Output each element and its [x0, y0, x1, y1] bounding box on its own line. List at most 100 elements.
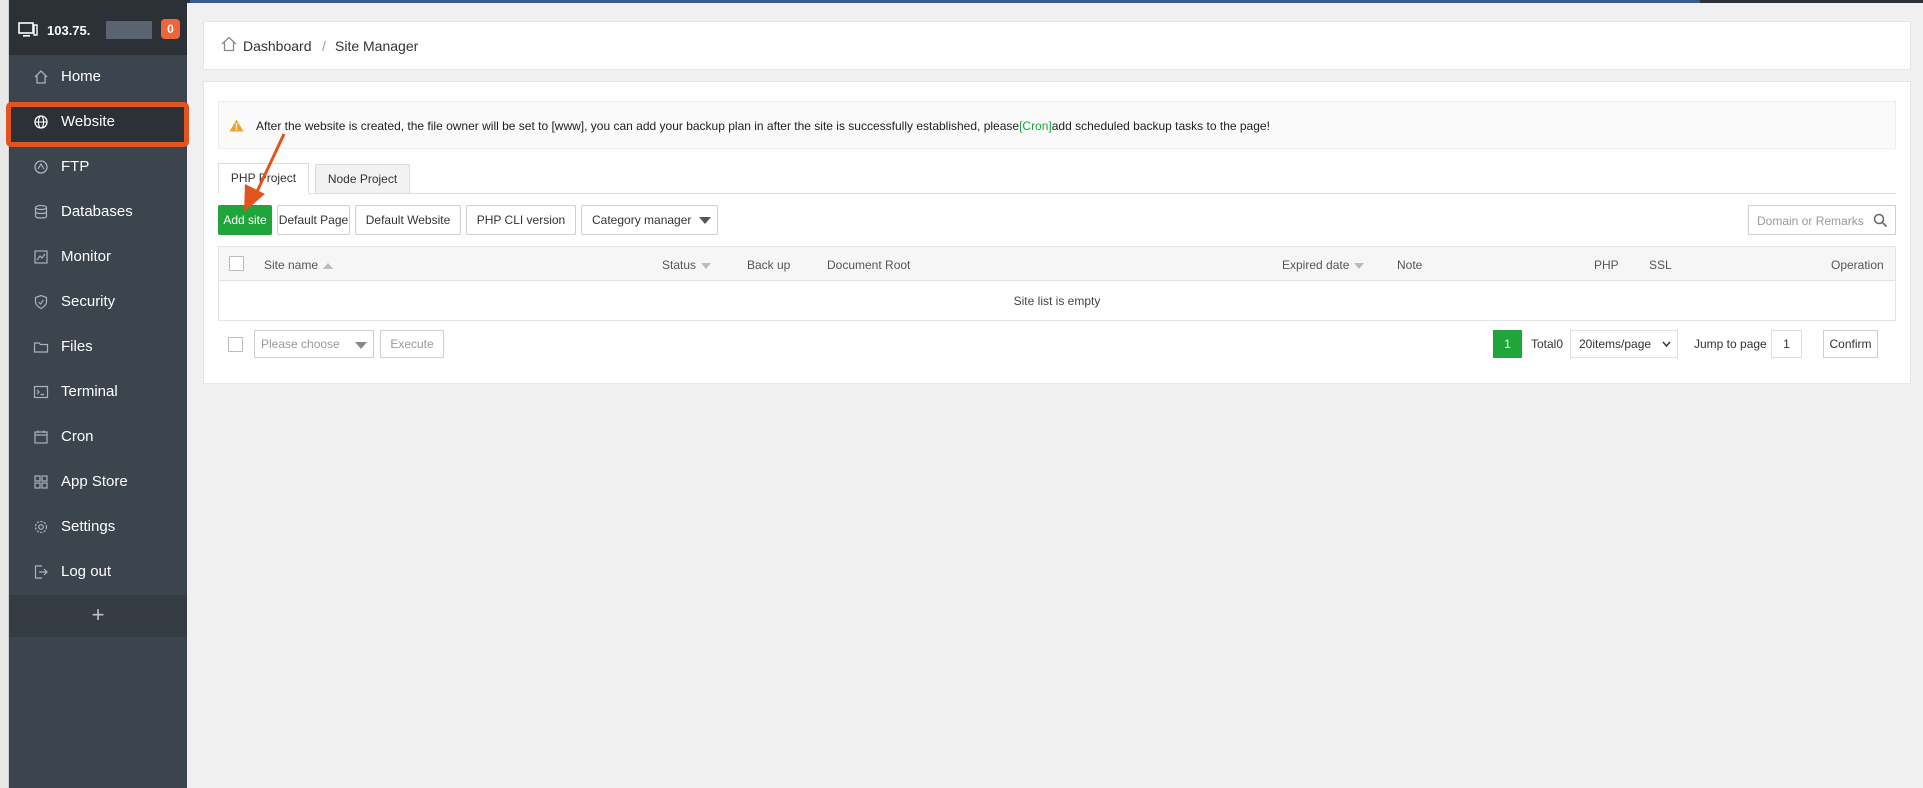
- table-header: Site name Status Back up Document Root E…: [219, 247, 1895, 281]
- notice-prefix: After the website is created, the file o…: [256, 119, 1020, 133]
- page-1-button[interactable]: 1: [1493, 330, 1522, 358]
- sidebar-item-logout[interactable]: Log out: [9, 550, 187, 595]
- sidebar-item-security[interactable]: Security: [9, 280, 187, 325]
- batch-action-placeholder: Please choose: [261, 337, 340, 351]
- php-cli-version-button[interactable]: PHP CLI version: [466, 205, 576, 235]
- jump-to-page-label: Jump to page: [1694, 337, 1767, 351]
- col-site-name[interactable]: Site name: [264, 258, 334, 272]
- top-bar-accent: [190, 0, 1700, 3]
- search-icon[interactable]: [1873, 213, 1888, 228]
- per-page-label: 20items/page: [1579, 337, 1652, 351]
- calendar-icon: [34, 430, 48, 444]
- chevron-down-icon: [699, 217, 711, 224]
- total-count: Total0: [1531, 337, 1564, 351]
- monitor-icon: [18, 22, 38, 37]
- sidebar-item-label: Files: [61, 338, 93, 355]
- add-menu-button[interactable]: +: [9, 595, 187, 637]
- col-document-root: Document Root: [827, 258, 911, 272]
- search-placeholder: Domain or Remarks: [1757, 214, 1864, 228]
- server-header[interactable]: 103.75. 0: [9, 3, 187, 55]
- category-manager-select[interactable]: Category manager: [581, 205, 718, 235]
- ip-redaction: [106, 21, 152, 39]
- breadcrumb-current: Site Manager: [335, 38, 419, 54]
- sidebar-item-label: Log out: [61, 563, 112, 580]
- sidebar-item-monitor[interactable]: Monitor: [9, 235, 187, 280]
- col-php: PHP: [1594, 258, 1619, 272]
- breadcrumb-separator: /: [322, 38, 326, 54]
- col-operation: Operation: [1831, 258, 1884, 272]
- chevron-down-icon: [1662, 341, 1671, 348]
- toolbar: Add site Default Page Default Website PH…: [218, 205, 1896, 235]
- terminal-icon: [33, 385, 49, 399]
- globe-icon: [34, 115, 48, 129]
- sidebar-item-databases[interactable]: Databases: [9, 190, 187, 235]
- notification-badge[interactable]: 0: [161, 19, 180, 39]
- home-icon: [221, 36, 237, 52]
- col-backup: Back up: [747, 258, 791, 272]
- sidebar-item-label: Terminal: [61, 383, 118, 400]
- sort-down-icon: [701, 262, 712, 269]
- select-all-checkbox[interactable]: [229, 256, 244, 271]
- sidebar-item-label: Home: [61, 68, 102, 85]
- col-status-label: Status: [662, 258, 697, 272]
- sidebar: 103.75. 0 Home Website FTP Databases Mon…: [6, 3, 189, 788]
- sidebar-item-label: Settings: [61, 518, 116, 535]
- notice-suffix: add scheduled backup tasks to the page!: [1051, 119, 1270, 133]
- sidebar-item-cron[interactable]: Cron: [9, 415, 187, 460]
- sidebar-item-website[interactable]: Website: [6, 100, 189, 147]
- tab-node-project[interactable]: Node Project: [315, 164, 410, 194]
- shield-icon: [34, 294, 48, 310]
- top-bar: [0, 0, 1923, 3]
- batch-checkbox[interactable]: [228, 337, 243, 352]
- monitor-chart-icon: [34, 250, 48, 264]
- sidebar-item-label: App Store: [61, 473, 128, 490]
- default-website-button[interactable]: Default Website: [355, 205, 461, 235]
- per-page-select[interactable]: 20items/page: [1570, 330, 1678, 358]
- breadcrumb: Dashboard / Site Manager: [203, 21, 1911, 70]
- folder-icon: [33, 342, 49, 353]
- site-manager-panel: After the website is created, the file o…: [203, 81, 1911, 384]
- chevron-down-icon: [355, 342, 367, 349]
- logout-icon: [34, 565, 48, 579]
- jump-to-page-input[interactable]: 1: [1771, 330, 1802, 358]
- sidebar-item-label: Monitor: [61, 248, 112, 265]
- cron-link[interactable]: [Cron]: [1019, 119, 1052, 133]
- col-ssl: SSL: [1649, 258, 1672, 272]
- sidebar-item-home[interactable]: Home: [9, 55, 187, 100]
- sidebar-item-label: Cron: [61, 428, 94, 445]
- sidebar-item-files[interactable]: Files: [9, 325, 187, 370]
- sidebar-item-settings[interactable]: Settings: [9, 505, 187, 550]
- col-status[interactable]: Status: [662, 258, 712, 272]
- sidebar-item-label: FTP: [61, 158, 90, 175]
- server-ip: 103.75.: [47, 23, 91, 38]
- sort-up-icon: [323, 262, 334, 269]
- database-icon: [34, 204, 48, 219]
- col-note: Note: [1397, 258, 1423, 272]
- col-expired-date-label: Expired date: [1282, 258, 1350, 272]
- sidebar-menu: Home Website FTP Databases Monitor Secur…: [6, 55, 189, 595]
- category-manager-label: Category manager: [592, 213, 692, 227]
- sort-down-icon: [1354, 262, 1365, 269]
- sidebar-item-terminal[interactable]: Terminal: [9, 370, 187, 415]
- home-icon: [34, 70, 48, 84]
- project-tabs: PHP Project Node Project: [218, 163, 1896, 194]
- annotation-arrow-icon: [244, 133, 286, 212]
- batch-action-select[interactable]: Please choose: [254, 330, 374, 358]
- breadcrumb-dashboard[interactable]: Dashboard: [243, 38, 312, 54]
- gear-icon: [34, 520, 48, 534]
- ftp-icon: [34, 160, 48, 174]
- col-expired-date[interactable]: Expired date: [1282, 258, 1365, 272]
- notice-banner: After the website is created, the file o…: [218, 101, 1896, 149]
- sidebar-item-label: Security: [61, 293, 116, 310]
- grid-icon: [34, 475, 48, 489]
- sidebar-item-ftp[interactable]: FTP: [9, 145, 187, 190]
- confirm-button[interactable]: Confirm: [1823, 330, 1878, 358]
- table-footer: Please choose Execute 1 Total0 20items/p…: [218, 330, 1896, 360]
- sidebar-item-label: Databases: [61, 203, 133, 220]
- site-table: Site name Status Back up Document Root E…: [218, 246, 1896, 321]
- empty-state: Site list is empty: [1013, 294, 1101, 308]
- search-input[interactable]: Domain or Remarks: [1748, 205, 1896, 235]
- notice-text: After the website is created, the file o…: [256, 119, 1270, 133]
- sidebar-item-app-store[interactable]: App Store: [9, 460, 187, 505]
- execute-button[interactable]: Execute: [380, 330, 444, 358]
